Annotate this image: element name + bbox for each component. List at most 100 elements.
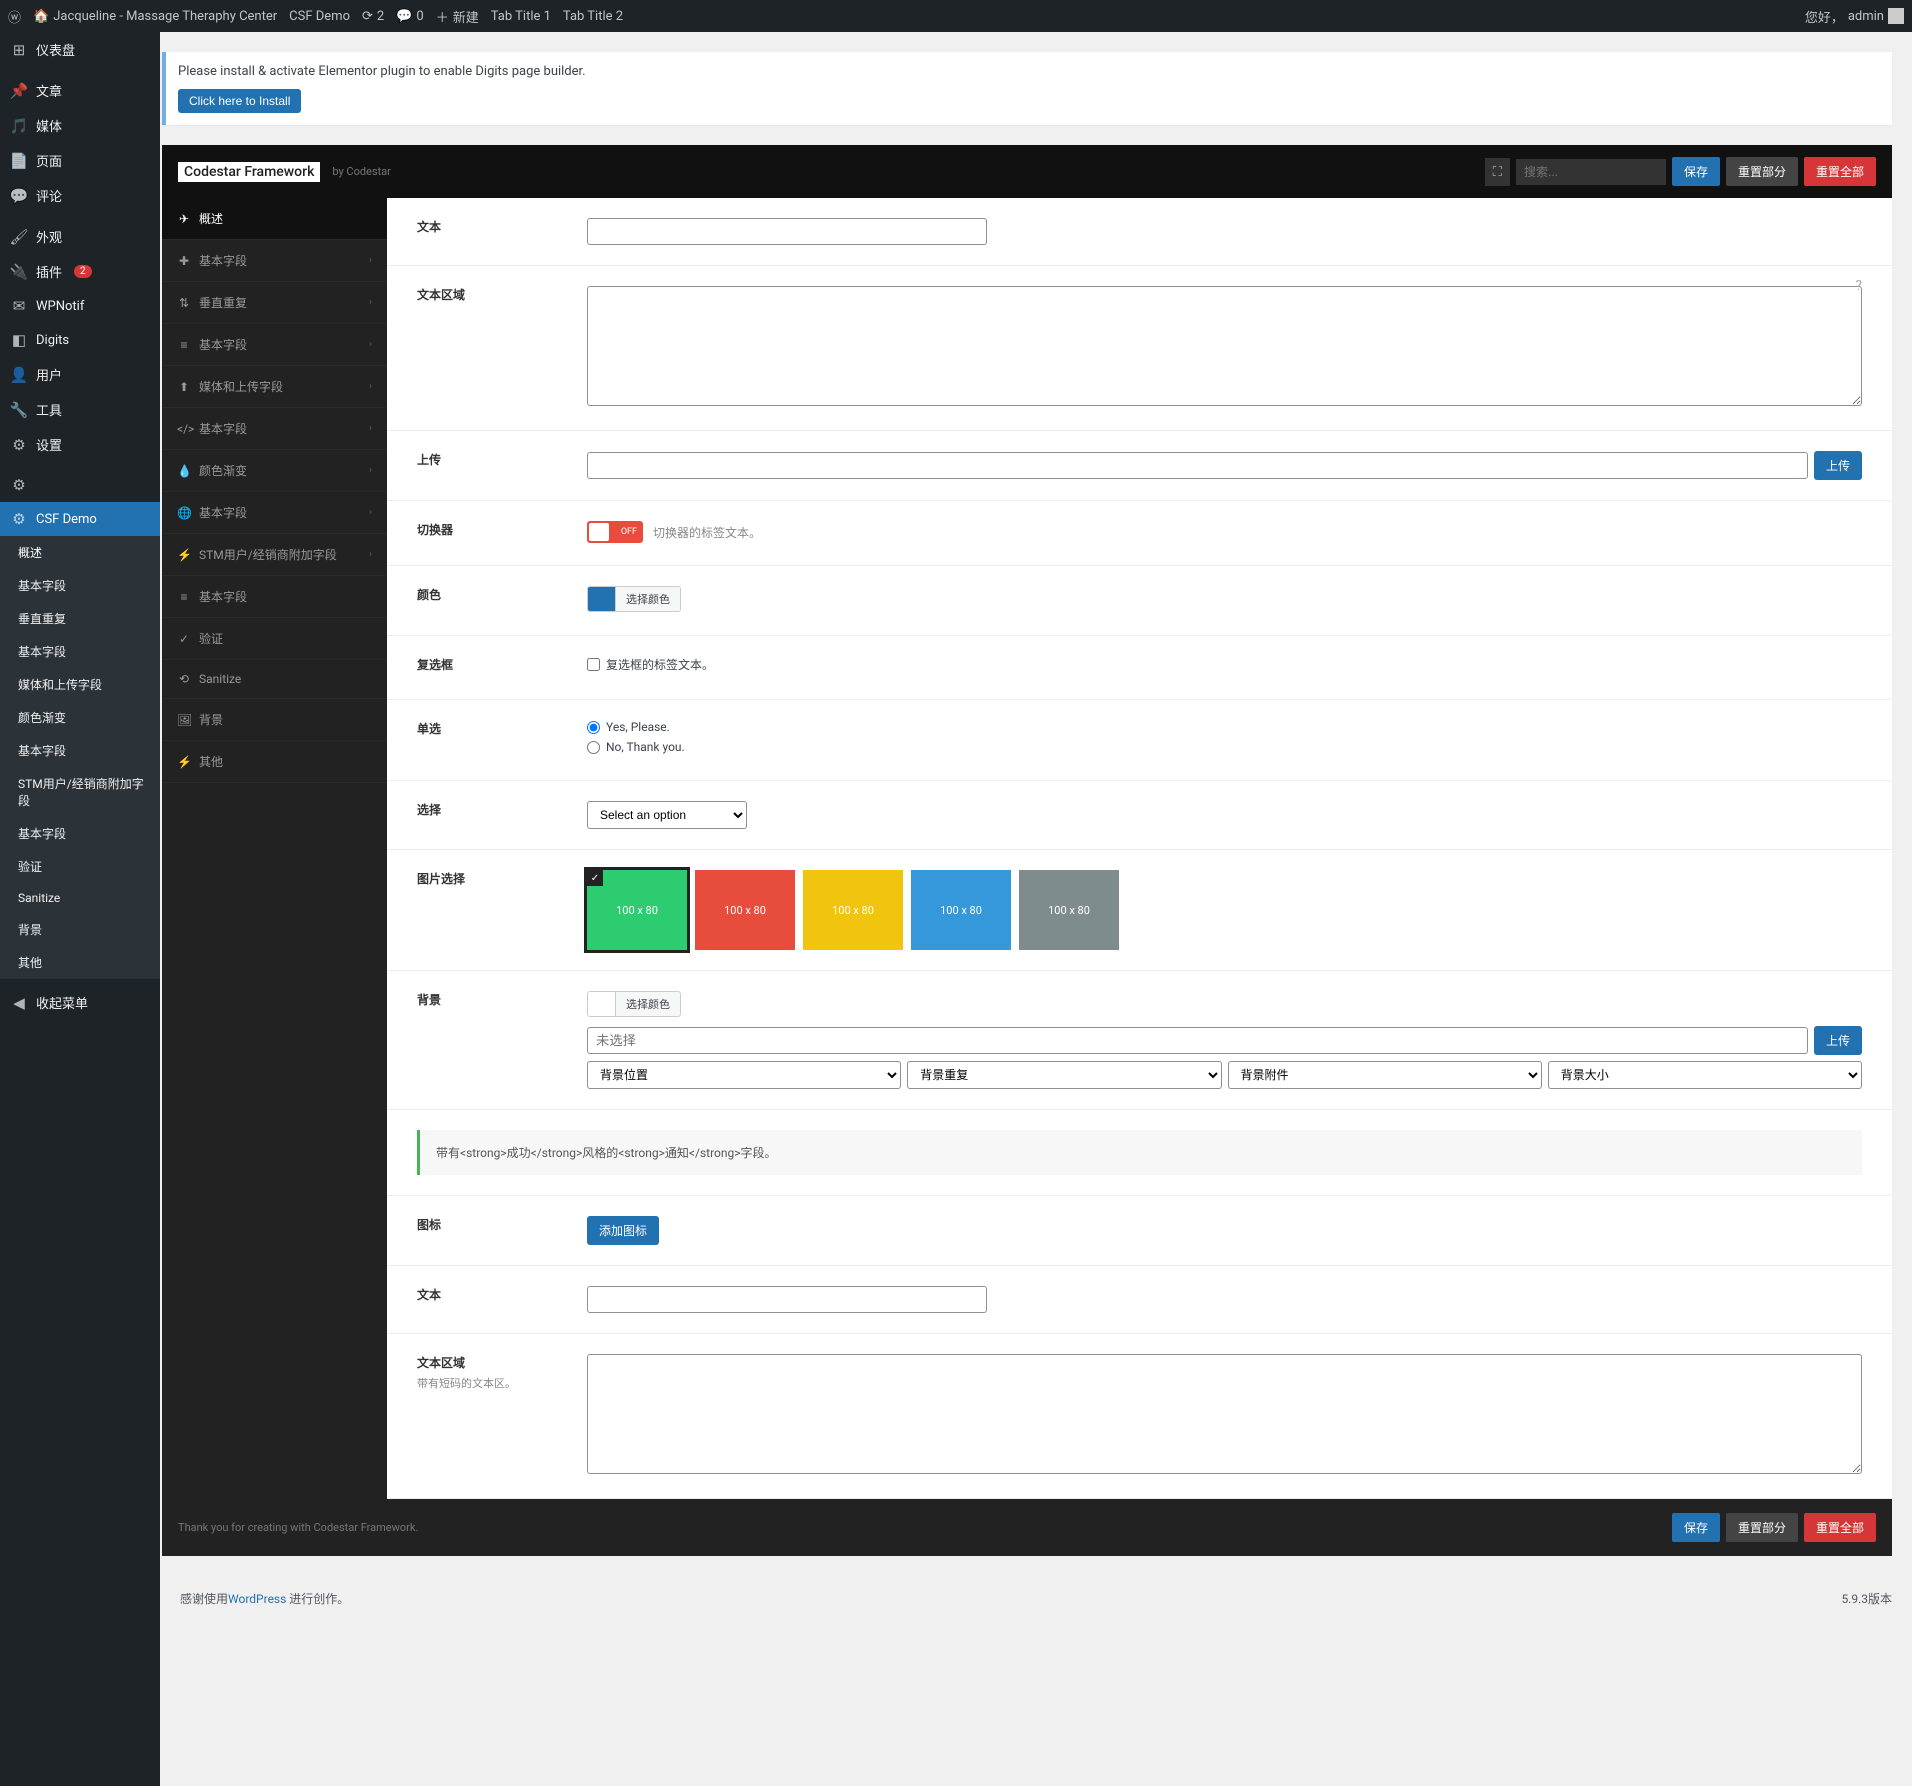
wordpress-link[interactable]: WordPress — [228, 1592, 286, 1606]
textarea1-input[interactable] — [587, 286, 1862, 406]
textarea2-input[interactable] — [587, 1354, 1862, 1474]
nav-basic4[interactable]: 🌐基本字段› — [162, 492, 387, 534]
wp-content: Please install & activate Elementor plug… — [160, 32, 1912, 1786]
submenu-repeat[interactable]: 垂直重复 — [0, 602, 160, 635]
menu-appearance[interactable]: 🖌外观 — [0, 219, 160, 254]
menu-pages[interactable]: 📄页面 — [0, 143, 160, 178]
user-greeting[interactable]: 您好，admin — [1805, 7, 1904, 26]
submenu-basic3[interactable]: 基本字段 — [0, 734, 160, 767]
submenu-media[interactable]: 媒体和上传字段 — [0, 668, 160, 701]
nav-basic5[interactable]: ≡基本字段 — [162, 576, 387, 618]
menu-comments[interactable]: 💬评论 — [0, 178, 160, 213]
bg-color-picker[interactable]: 选择颜色 — [587, 991, 681, 1017]
wp-logo-icon[interactable]: ⓦ — [8, 7, 21, 26]
submenu-basic4[interactable]: 基本字段 — [0, 817, 160, 850]
bg-upload-input[interactable] — [587, 1027, 1808, 1054]
menu-plugins[interactable]: 🔌插件2 — [0, 254, 160, 289]
bg-upload-button[interactable]: 上传 — [1814, 1026, 1862, 1055]
nav-sanitize[interactable]: ⟲Sanitize — [162, 660, 387, 699]
menu-digits[interactable]: ◧Digits — [0, 323, 160, 357]
field-checkbox: 复选框 复选框的标签文本。 — [387, 636, 1892, 700]
menu-tools[interactable]: 🔧工具 — [0, 392, 160, 427]
bg-pos-select[interactable]: 背景位置 — [587, 1061, 901, 1089]
nav-other[interactable]: ⚡其他 — [162, 741, 387, 783]
menu-csf-demo[interactable]: ⚙CSF Demo — [0, 502, 160, 536]
nav-basic2[interactable]: ≡基本字段› — [162, 324, 387, 366]
csf-panel: Codestar Framework by Codestar ⛶ 保存 重置部分… — [162, 145, 1892, 1556]
tab2-link[interactable]: Tab Title 2 — [563, 9, 623, 24]
upload-button[interactable]: 上传 — [1814, 451, 1862, 480]
nav-validate[interactable]: ✓验证 — [162, 618, 387, 660]
radio-no-input[interactable] — [587, 741, 600, 754]
menu-dashboard[interactable]: ⊞仪表盘 — [0, 32, 160, 67]
menu-gear[interactable]: ⚙ — [0, 468, 160, 502]
nav-gradient[interactable]: 💧颜色渐变› — [162, 450, 387, 492]
submenu-basic1[interactable]: 基本字段 — [0, 569, 160, 602]
nav-bg[interactable]: 🖼背景 — [162, 699, 387, 741]
menu-users[interactable]: 👤用户 — [0, 357, 160, 392]
text2-input[interactable] — [587, 1286, 987, 1313]
nav-repeat[interactable]: ⇅垂直重复› — [162, 282, 387, 324]
radio-yes[interactable]: Yes, Please. — [587, 720, 1862, 734]
nav-stm[interactable]: ⚡STM用户/经销商附加字段› — [162, 534, 387, 576]
text1-input[interactable] — [587, 218, 987, 245]
bg-att-select[interactable]: 背景附件 — [1228, 1061, 1542, 1089]
save-button-bottom[interactable]: 保存 — [1672, 1513, 1720, 1542]
menu-wpnotif[interactable]: ✉WPNotif — [0, 289, 160, 323]
admin-bar: ⓦ 🏠 Jacqueline - Massage Theraphy Center… — [0, 0, 1912, 32]
resetall-button-bottom[interactable]: 重置全部 — [1804, 1513, 1876, 1542]
submenu-stm[interactable]: STM用户/经销商附加字段 — [0, 767, 160, 817]
menu-settings[interactable]: ⚙设置 — [0, 427, 160, 462]
install-button[interactable]: Click here to Install — [178, 89, 301, 113]
submenu-validate[interactable]: 验证 — [0, 850, 160, 883]
submenu-gradient[interactable]: 颜色渐变 — [0, 701, 160, 734]
bg-size-select[interactable]: 背景大小 — [1548, 1061, 1862, 1089]
checkbox-row[interactable]: 复选框的标签文本。 — [587, 656, 1862, 673]
submenu-bg[interactable]: 背景 — [0, 913, 160, 946]
nav-overview[interactable]: ✈概述 — [162, 198, 387, 240]
nav-basic3[interactable]: </>基本字段› — [162, 408, 387, 450]
menu-media[interactable]: 🎵媒体 — [0, 108, 160, 143]
notice-text: Please install & activate Elementor plug… — [178, 64, 1880, 79]
plugins-icon: 🔌 — [10, 263, 28, 281]
csf-demo-link[interactable]: CSF Demo — [289, 9, 350, 24]
img-option-4[interactable]: 100 x 80 — [1019, 870, 1119, 950]
resetall-button-top[interactable]: 重置全部 — [1804, 157, 1876, 186]
tab1-link[interactable]: Tab Title 1 — [491, 9, 551, 24]
submenu-sanitize[interactable]: Sanitize — [0, 883, 160, 913]
menu-collapse[interactable]: ◀收起菜单 — [0, 985, 160, 1020]
checkbox-input[interactable] — [587, 658, 600, 671]
add-icon-button[interactable]: 添加图标 — [587, 1216, 659, 1245]
new-link[interactable]: ＋ 新建 — [436, 7, 479, 26]
check-icon: ✓ — [587, 870, 603, 886]
upload-input[interactable] — [587, 452, 1808, 479]
img-option-1[interactable]: 100 x 80 — [695, 870, 795, 950]
nav-basic1[interactable]: ✚基本字段› — [162, 240, 387, 282]
nav-media[interactable]: ⬆媒体和上传字段› — [162, 366, 387, 408]
digits-icon: ◧ — [10, 331, 28, 349]
img-option-2[interactable]: 100 x 80 — [803, 870, 903, 950]
updates-link[interactable]: ⟳ 2 — [362, 9, 384, 24]
img-option-0[interactable]: 100 x 80✓ — [587, 870, 687, 950]
submenu-basic2[interactable]: 基本字段 — [0, 635, 160, 668]
comments-icon: 💬 — [10, 187, 28, 205]
site-link[interactable]: 🏠 Jacqueline - Massage Theraphy Center — [33, 9, 277, 24]
reset-button-bottom[interactable]: 重置部分 — [1726, 1513, 1798, 1542]
radio-yes-input[interactable] — [587, 721, 600, 734]
bg-rep-select[interactable]: 背景重复 — [907, 1061, 1221, 1089]
radio-no[interactable]: No, Thank you. — [587, 740, 1862, 754]
save-button-top[interactable]: 保存 — [1672, 157, 1720, 186]
img-option-3[interactable]: 100 x 80 — [911, 870, 1011, 950]
switch-toggle[interactable]: OFF — [587, 521, 643, 543]
submenu-overview[interactable]: 概述 — [0, 536, 160, 569]
search-input[interactable] — [1516, 159, 1666, 185]
help-icon[interactable]: ? — [1855, 278, 1862, 294]
reset-button-top[interactable]: 重置部分 — [1726, 157, 1798, 186]
expand-button[interactable]: ⛶ — [1485, 158, 1510, 186]
label-imgsel: 图片选择 — [417, 870, 587, 950]
comments-link[interactable]: 💬 0 — [396, 9, 424, 24]
color-picker[interactable]: 选择颜色 — [587, 586, 681, 612]
submenu-other[interactable]: 其他 — [0, 946, 160, 979]
menu-posts[interactable]: 📌文章 — [0, 73, 160, 108]
select-input[interactable]: Select an option — [587, 801, 747, 829]
